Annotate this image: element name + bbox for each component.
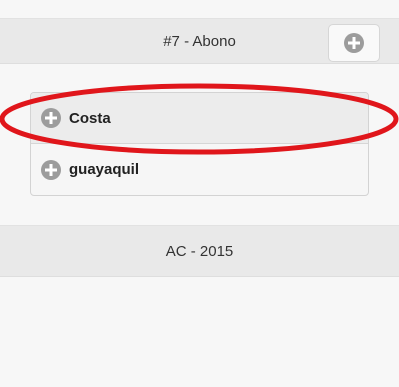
item-list: Costa guayaquil — [30, 92, 369, 196]
section-header-ac-2015[interactable]: AC - 2015 — [0, 225, 399, 277]
list-item-costa[interactable]: Costa — [31, 93, 368, 144]
plus-circle-icon — [41, 108, 61, 128]
section-title: AC - 2015 — [165, 242, 234, 260]
list-item-guayaquil[interactable]: guayaquil — [31, 144, 368, 195]
plus-circle-icon — [344, 33, 364, 53]
plus-circle-icon — [41, 159, 61, 180]
page: #7 - Abono Costa guayaquil AC - 2015 — [0, 0, 399, 387]
list-item-label: Costa — [69, 109, 111, 127]
section-title: #7 - Abono — [163, 32, 236, 50]
section-header-abono[interactable]: #7 - Abono — [0, 18, 399, 64]
add-button[interactable] — [328, 24, 380, 62]
list-item-label: guayaquil — [69, 161, 140, 178]
